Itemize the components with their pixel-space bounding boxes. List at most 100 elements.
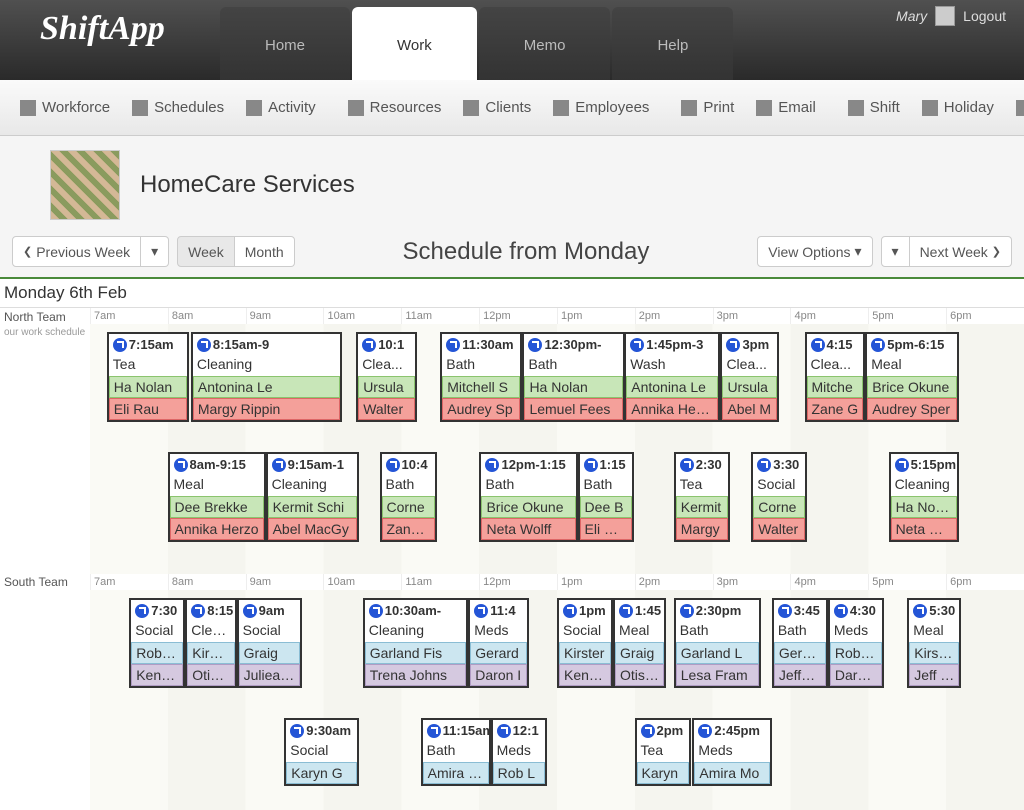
chevron-left-icon: ❮ — [23, 245, 32, 258]
shift-block[interactable]: 4:15Clea...MitcheZane G — [805, 332, 866, 422]
shift-block[interactable]: 5:30MealKirsterJeff Yu — [907, 598, 961, 688]
shift-block[interactable]: 4:30MedsRob LeDaron I — [828, 598, 884, 688]
top-header: ShiftApp Mary Logout Home Work Memo Help — [0, 0, 1024, 80]
tab-memo[interactable]: Memo — [479, 7, 611, 80]
shift-block[interactable]: 8:15am-9CleaningAntonina LeMargy Rippin — [191, 332, 342, 422]
shift-block[interactable]: 5:15pmCleaningHa NolanNeta Wolf — [889, 452, 959, 542]
subnav-email[interactable]: Email — [746, 91, 826, 124]
subnav-clients[interactable]: Clients — [453, 91, 541, 124]
subnav-workforce[interactable]: Workforce — [10, 91, 120, 124]
shift-block[interactable]: 7:15amTeaHa NolanEli Rau — [107, 332, 189, 422]
prev-week-button[interactable]: ❮Previous Week — [12, 236, 141, 267]
user-area: Mary Logout — [896, 6, 1006, 26]
email-icon — [756, 100, 772, 116]
north-lane-area[interactable]: 7:15amTeaHa NolanEli Rau8:15am-9Cleaning… — [90, 324, 1024, 574]
shift-time: 3pm — [742, 337, 769, 352]
subnav-employees[interactable]: Employees — [543, 91, 659, 124]
page-title: HomeCare Services — [140, 171, 355, 199]
shift-person2: Julieann — [239, 664, 300, 686]
shift-person1: Dee B — [580, 496, 632, 518]
shift-person2: Abel M — [722, 398, 777, 420]
next-dropdown-button[interactable]: ▾ — [881, 236, 910, 267]
shift-person1: Garland L — [676, 642, 759, 664]
caret-down-icon: ▾ — [151, 243, 158, 260]
shift-block[interactable]: 8:15Clea...KirsterOtis Er — [185, 598, 236, 688]
shift-block[interactable]: 7:30SocialRob LeKendric — [129, 598, 185, 688]
clock-icon — [680, 604, 694, 618]
hour-label: 4pm — [790, 308, 868, 324]
month-button[interactable]: Month — [235, 236, 295, 267]
shift-person2: Annika Herzo — [170, 518, 264, 540]
shift-task: Social — [559, 621, 611, 642]
shift-person1: Brice Okune — [867, 376, 956, 398]
shift-block[interactable]: 9amSocialGraigJulieann — [237, 598, 302, 688]
shift-block[interactable]: 2:30pmBathGarland LLesa Fram — [674, 598, 761, 688]
subnav-shift[interactable]: Shift — [838, 91, 910, 124]
shift-block[interactable]: 5pm-6:15MealBrice OkuneAudrey Sper — [865, 332, 958, 422]
shift-block[interactable]: 10:30am-CleaningGarland FisTrena Johns — [363, 598, 469, 688]
next-week-button[interactable]: Next Week❯ — [910, 236, 1012, 267]
shift-block[interactable]: 10:4BathCorneZane G — [380, 452, 438, 542]
shift-person2: Eli Rau — [109, 398, 187, 420]
south-lane-area[interactable]: 7:30SocialRob LeKendric8:15Clea...Kirste… — [90, 590, 1024, 810]
subnav-print[interactable]: Print — [671, 91, 744, 124]
hour-label: 11am — [401, 574, 479, 590]
shift-block[interactable]: 3:45BathGerardJeffere — [772, 598, 828, 688]
shift-block[interactable]: 12:30pm-BathHa NolanLemuel Fees — [522, 332, 625, 422]
tab-help[interactable]: Help — [612, 7, 733, 80]
shift-task: Clea... — [807, 355, 864, 376]
subnav-activity[interactable]: Activity — [236, 91, 326, 124]
shift-block[interactable]: 2:45pmMedsAmira Mo — [692, 718, 771, 786]
hour-label: 1pm — [557, 574, 635, 590]
shift-block[interactable]: 1:15BathDee BEli Rau — [578, 452, 634, 542]
shift-time: 5:30 — [929, 603, 955, 618]
shift-task: Meds — [470, 621, 527, 642]
shift-block[interactable]: 11:4MedsGerardDaron I — [468, 598, 529, 688]
shift-block[interactable]: 9:30amSocialKaryn G — [284, 718, 359, 786]
shift-person2: Otis Er — [187, 664, 234, 686]
view-options-button[interactable]: View Options ▾ — [757, 236, 872, 267]
tab-work[interactable]: Work — [352, 7, 477, 80]
shift-block[interactable]: 3:30SocialCorneWalter — [751, 452, 807, 542]
shift-time: 10:4 — [402, 457, 428, 472]
shift-person2: Walter — [358, 398, 415, 420]
shift-block[interactable]: 2pmTeaKaryn — [635, 718, 691, 786]
shift-person2: Jeff Yu — [909, 664, 959, 686]
subnav-resources[interactable]: Resources — [338, 91, 452, 124]
shift-block[interactable]: 9:15am-1CleaningKermit SchiAbel MacGy — [266, 452, 359, 542]
shift-block[interactable]: 2:30TeaKermitMargy — [674, 452, 730, 542]
avatar[interactable] — [935, 6, 955, 26]
shift-block[interactable]: 3pmClea...UrsulaAbel M — [720, 332, 779, 422]
shift-block[interactable]: 1:45MealGraigOtis Er — [613, 598, 666, 688]
subnav-schedules[interactable]: Schedules — [122, 91, 234, 124]
shift-block[interactable]: 12pm-1:15BathBrice OkuneNeta Wolff — [479, 452, 577, 542]
logout-link[interactable]: Logout — [963, 8, 1006, 24]
shift-time: 7:15am — [129, 337, 174, 352]
subnav-holiday[interactable]: Holiday — [912, 91, 1004, 124]
clock-icon — [778, 604, 792, 618]
team-label-north: North Teamour work schedule — [4, 310, 89, 338]
shift-time: 5:15pm — [911, 457, 957, 472]
shift-time: 3:45 — [794, 603, 820, 618]
shift-block[interactable]: 8am-9:15MealDee BrekkeAnnika Herzo — [168, 452, 266, 542]
subnav-sick[interactable]: Sick — [1006, 91, 1024, 124]
shift-task: Meds — [694, 741, 769, 762]
clock-icon — [135, 604, 149, 618]
week-button[interactable]: Week — [177, 236, 235, 267]
prev-dropdown-button[interactable]: ▾ — [141, 236, 169, 267]
shift-block[interactable]: 12:1MedsRob L — [491, 718, 547, 786]
shift-block[interactable]: 1pmSocialKirsterKendric — [557, 598, 613, 688]
shift-block[interactable]: 1:45pm-3WashAntonina LeAnnika Herzo — [624, 332, 720, 422]
shift-time: 8:15 — [207, 603, 233, 618]
shift-block[interactable]: 11:15amBathAmira Mo — [421, 718, 491, 786]
tab-home[interactable]: Home — [220, 7, 350, 80]
caret-down-icon: ▾ — [855, 243, 862, 260]
clock-icon — [871, 338, 885, 352]
resources-icon — [348, 100, 364, 116]
shift-task: Cleaning — [891, 475, 957, 496]
user-name[interactable]: Mary — [896, 8, 927, 24]
shift-person2: Walter — [753, 518, 805, 540]
shift-person2: Neta Wolf — [891, 518, 957, 540]
shift-block[interactable]: 10:1Clea...UrsulaWalter — [356, 332, 417, 422]
shift-block[interactable]: 11:30amBathMitchell SAudrey Sp — [440, 332, 522, 422]
